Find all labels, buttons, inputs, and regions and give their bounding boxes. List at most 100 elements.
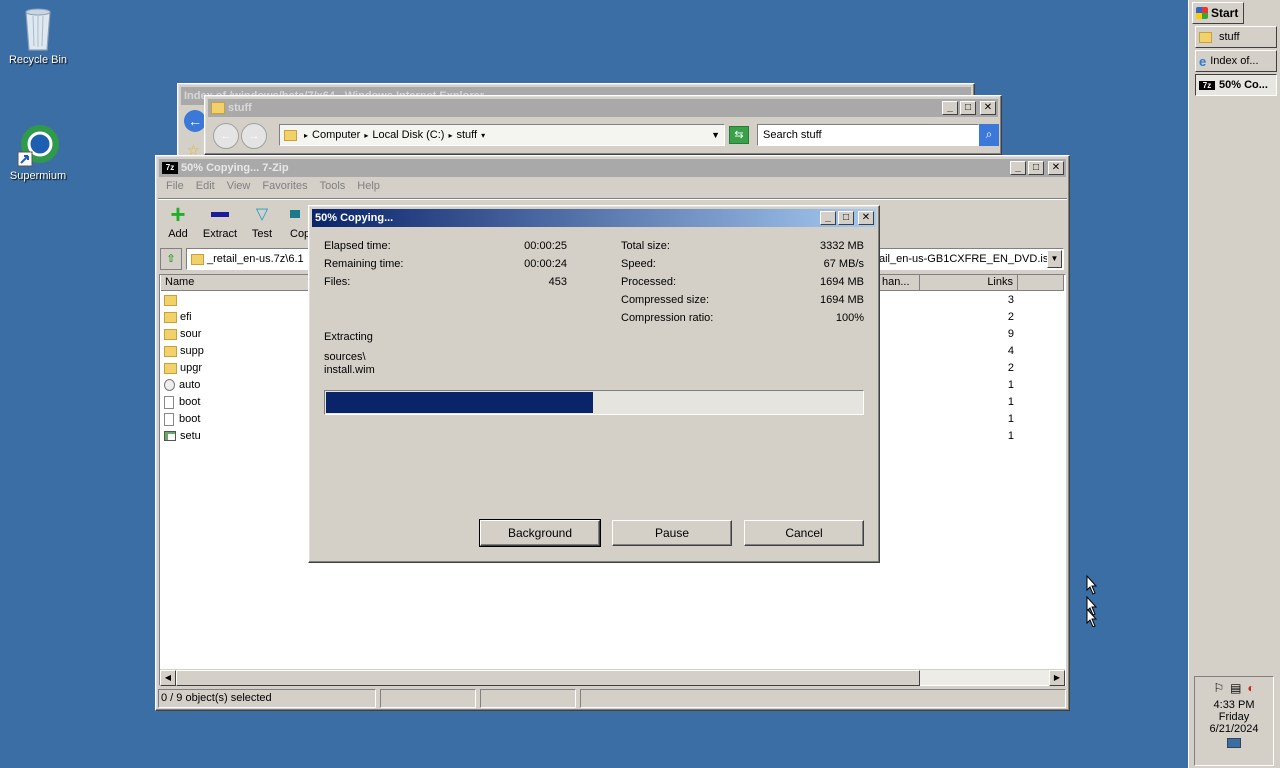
processed-label: Processed:: [621, 276, 677, 288]
menu-file[interactable]: File: [160, 180, 190, 192]
menu-separator: [158, 198, 1067, 200]
sevenzip-icon: 7z: [1199, 80, 1215, 90]
status-pane-2: [380, 689, 476, 708]
breadcrumb-stuff[interactable]: stuff: [456, 129, 477, 141]
minimize-button[interactable]: _: [1010, 161, 1026, 175]
address-bar[interactable]: ▸ Computer ▸ Local Disk (C:) ▸ stuff ▾ ▼: [279, 124, 725, 146]
copy-button[interactable]: Cop: [280, 204, 310, 240]
extract-button[interactable]: Extract: [198, 204, 242, 240]
scroll-thumb[interactable]: [176, 670, 920, 686]
menu-view[interactable]: View: [221, 180, 257, 192]
network-icon[interactable]: ▤: [1230, 681, 1241, 695]
horizontal-scrollbar[interactable]: ◀ ▶: [160, 669, 1065, 686]
taskbar-item-stuff[interactable]: stuff: [1195, 26, 1277, 48]
compression-ratio-value: 100%: [835, 312, 864, 324]
table-row[interactable]: upgr: [164, 360, 304, 377]
ie-icon: e: [1199, 53, 1207, 69]
clock-date: 6/21/2024: [1209, 723, 1259, 735]
column-name[interactable]: Name: [161, 275, 309, 291]
status-pane-4: [580, 689, 1066, 708]
start-button[interactable]: Start: [1192, 2, 1244, 24]
back-button[interactable]: ←: [213, 123, 239, 149]
ie-back-icon[interactable]: ←: [184, 110, 206, 132]
test-button[interactable]: ▽ Test: [240, 204, 284, 240]
maximize-button[interactable]: □: [838, 211, 854, 225]
table-row[interactable]: boot: [164, 394, 304, 411]
column-extra[interactable]: [1018, 275, 1064, 291]
speed-label: Speed:: [621, 258, 656, 270]
path-dropdown-icon[interactable]: ▼: [1047, 250, 1062, 268]
close-button[interactable]: ✕: [1048, 161, 1064, 175]
row-links: 9: [1007, 328, 1014, 340]
row-name: supp: [180, 345, 204, 357]
menu-favorites[interactable]: Favorites: [256, 180, 313, 192]
maximize-button[interactable]: □: [1028, 161, 1044, 175]
windows-logo-icon: [1196, 7, 1208, 19]
row-links: 4: [1007, 345, 1014, 357]
forward-button[interactable]: →: [241, 123, 267, 149]
path-field-right[interactable]: ail_en-us-GB1CXFRE_EN_DVD.iso\ ▼: [878, 248, 1064, 270]
volume-muted-icon[interactable]: ◐: [1247, 681, 1254, 695]
minimize-button[interactable]: _: [820, 211, 836, 225]
scroll-right-icon[interactable]: ▶: [1049, 670, 1065, 686]
clock-time[interactable]: 4:33 PM: [1195, 699, 1273, 711]
elapsed-value: 00:00:25: [524, 240, 567, 252]
clock-day: Friday: [1218, 711, 1250, 723]
search-icon[interactable]: ⌕: [979, 124, 999, 146]
address-dropdown-icon[interactable]: ▼: [711, 130, 720, 140]
taskbar-item-ie[interactable]: e Index of...: [1195, 50, 1277, 72]
progress-titlebar[interactable]: 50% Copying... _ □ ✕: [312, 209, 876, 227]
maximize-button[interactable]: □: [960, 101, 976, 115]
explorer-titlebar[interactable]: stuff _ □ ✕: [208, 99, 998, 117]
cancel-button[interactable]: Cancel: [744, 520, 864, 546]
table-row[interactable]: efi: [164, 309, 304, 326]
folder-icon: [164, 328, 177, 340]
supermium-label: Supermium: [9, 170, 67, 182]
refresh-button[interactable]: ⇆: [729, 126, 749, 144]
menu-edit[interactable]: Edit: [190, 180, 221, 192]
folder-icon: [164, 294, 177, 306]
explorer-window[interactable]: stuff _ □ ✕ ← → ▸ Computer ▸ Local Disk …: [204, 95, 1002, 155]
folder-icon: [164, 311, 177, 323]
table-row[interactable]: supp: [164, 343, 304, 360]
search-input[interactable]: Search stuff: [757, 124, 979, 146]
breadcrumb-computer[interactable]: Computer: [312, 129, 360, 141]
total-size-value: 3332 MB: [819, 240, 864, 252]
close-button[interactable]: ✕: [858, 211, 874, 225]
up-folder-button[interactable]: ⇧: [160, 248, 182, 270]
desktop-icon-recycle-bin[interactable]: Recycle Bin: [0, 6, 76, 66]
explorer-title: stuff: [228, 102, 252, 114]
table-row[interactable]: auto: [164, 377, 304, 394]
add-label: Add: [168, 228, 188, 240]
status-pane-selection: 0 / 9 object(s) selected: [158, 689, 376, 708]
desktop-icon-supermium[interactable]: Supermium: [0, 122, 76, 182]
progress-bar: [324, 390, 864, 415]
path-left-text: _retail_en-us.7z\6.1: [207, 253, 304, 265]
flag-icon[interactable]: ⚐: [1213, 681, 1224, 695]
sevenzip-titlebar[interactable]: 7z 50% Copying... 7-Zip _ □ ✕: [159, 159, 1066, 177]
status-pane-3: [480, 689, 576, 708]
add-button[interactable]: + Add: [156, 201, 200, 240]
column-links[interactable]: Links: [920, 275, 1018, 291]
breadcrumb-local-disk[interactable]: Local Disk (C:): [372, 129, 444, 141]
remaining-label: Remaining time:: [324, 258, 404, 270]
column-changed[interactable]: han...: [878, 275, 920, 291]
table-row[interactable]: [164, 292, 304, 309]
minimize-button[interactable]: _: [942, 101, 958, 115]
close-button[interactable]: ✕: [980, 101, 996, 115]
background-button[interactable]: Background: [479, 519, 601, 547]
setup-icon: [164, 379, 175, 392]
pause-button[interactable]: Pause: [612, 520, 732, 546]
scroll-left-icon[interactable]: ◀: [160, 670, 176, 686]
menu-tools[interactable]: Tools: [314, 180, 352, 192]
extract-label: Extract: [202, 228, 238, 240]
menu-help[interactable]: Help: [351, 180, 386, 192]
path-field-left[interactable]: _retail_en-us.7z\6.1: [186, 248, 310, 270]
show-desktop-icon[interactable]: [1227, 738, 1241, 748]
table-row[interactable]: boot: [164, 411, 304, 428]
progress-title: 50% Copying...: [315, 212, 394, 224]
taskbar-item-7zip[interactable]: 7z 50% Co...: [1195, 74, 1277, 96]
table-row[interactable]: setu: [164, 428, 304, 445]
row-links: 1: [1007, 379, 1014, 391]
table-row[interactable]: sour: [164, 326, 304, 343]
